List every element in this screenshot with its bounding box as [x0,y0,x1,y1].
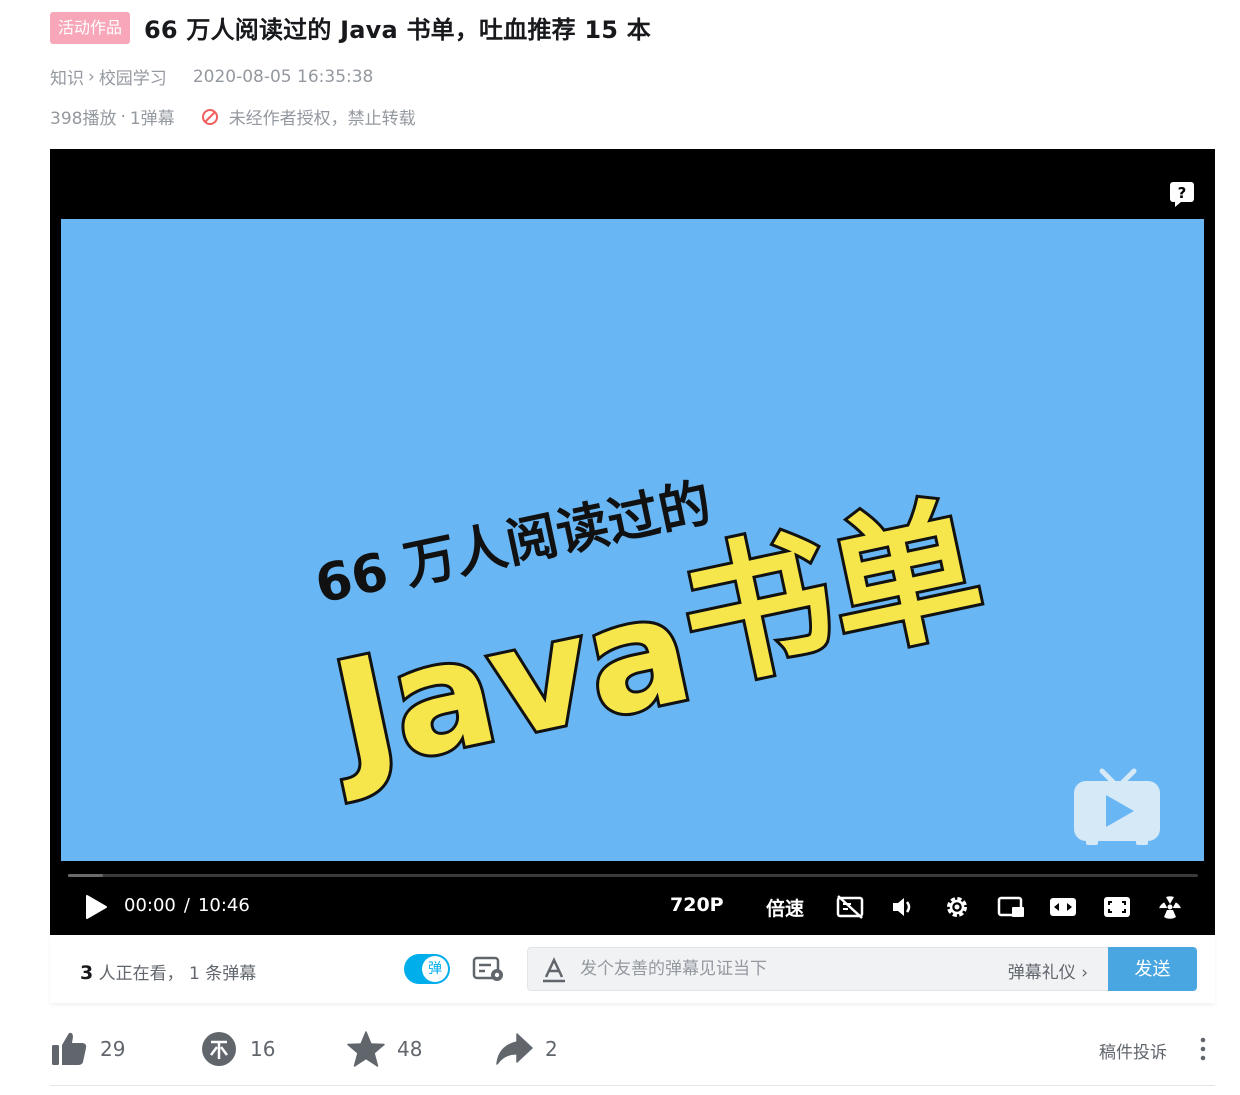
dot-separator: · [120,106,126,127]
danmaku-input[interactable] [580,948,980,990]
danmaku-bar: 3 人正在看， 1 条弹幕 弹 弹幕礼仪 › 发送 [50,935,1215,1003]
cover-artwork: 66 万人阅读过的 Java 书单 [309,473,999,810]
publish-date: 2020-08-05 16:35:38 [192,66,374,87]
duration: 10:46 [197,895,250,916]
danmaku-etiquette-link[interactable]: 弹幕礼仪 › [1008,958,1088,983]
report-link[interactable]: 稿件投诉 [1099,1038,1167,1063]
volume-icon[interactable] [888,893,918,921]
speed-button[interactable]: 倍速 [766,894,804,921]
viewer-info: 3 人正在看， 1 条弹幕 [80,959,256,984]
coin-button[interactable]: 16 [200,1026,275,1072]
breadcrumb-subcategory[interactable]: 校园学习 [99,64,167,89]
play-count: 398播放 [50,109,117,129]
danmaku-toggle[interactable]: 弹 [404,954,450,984]
progress-buffered [68,874,103,877]
widescreen-icon[interactable] [1048,893,1078,921]
time-display: 00:00/10:46 [124,895,250,916]
like-button[interactable]: 29 [50,1026,125,1072]
title-row: 活动作品 66 万人阅读过的 Java 书单，吐血推荐 15 本 [50,10,651,45]
viewer-count: 3 [80,962,94,984]
video-cover[interactable]: 66 万人阅读过的 Java 书单 [61,219,1204,861]
favorite-count: 48 [397,1037,423,1061]
copyright-notice: 未经作者授权，禁止转载 [228,109,416,129]
breadcrumb: 知识 › 校园学习 2020-08-05 16:35:38 [50,64,374,90]
star-icon [347,1031,385,1067]
thumbs-up-icon [52,1032,87,1065]
activity-badge[interactable]: 活动作品 [50,11,131,44]
danmaku-count: 1弹幕 [129,109,175,129]
svg-text:?: ? [1178,184,1187,202]
share-button[interactable]: 2 [495,1026,558,1072]
danmaku-total: 1 条弹幕 [189,964,257,984]
settings-gear-icon[interactable] [942,893,972,921]
viewer-text: 人正在看， [98,964,184,984]
favorite-button[interactable]: 48 [347,1026,422,1072]
action-bar: 29 16 48 2 稿件投诉 [50,1026,1215,1072]
coin-count: 16 [250,1037,276,1061]
share-arrow-icon [496,1033,533,1065]
danmaku-toggle-label: 弹 [422,956,448,982]
danmaku-input-wrap: 弹幕礼仪 › [527,947,1109,991]
font-style-icon[interactable] [542,957,566,983]
picture-in-picture-icon[interactable] [996,893,1026,921]
bilibili-tv-logo [1074,768,1160,845]
divider [50,1085,1215,1086]
chevron-right-icon: › [88,66,95,87]
no-repost-icon [201,108,218,125]
danmaku-off-icon[interactable] [835,893,865,921]
send-button[interactable]: 发送 [1108,947,1197,991]
video-player[interactable]: ? 66 万人阅读过的 Java 书单 00:00/10:46 720P 倍速 [50,149,1215,935]
like-count: 29 [100,1037,126,1061]
coin-icon [202,1032,236,1066]
more-vertical-icon[interactable] [1199,1036,1207,1062]
share-count: 2 [545,1037,558,1061]
breadcrumb-category[interactable]: 知识 [50,64,84,89]
progress-bar[interactable] [68,874,1198,877]
help-icon[interactable]: ? [1169,181,1195,207]
video-title: 66 万人阅读过的 Java 书单，吐血推荐 15 本 [144,16,651,44]
cover-line2-booklist: 书单 [667,479,997,712]
danmaku-settings-icon[interactable] [472,955,506,983]
stats-row: 398播放 · 1弹幕 未经作者授权，禁止转载 [50,104,416,130]
quality-button[interactable]: 720P [670,894,724,916]
fullscreen-web-icon[interactable] [1102,893,1132,921]
fullscreen-icon[interactable] [1155,893,1185,921]
current-time: 00:00 [124,895,176,916]
play-icon[interactable] [84,893,108,921]
player-controls: 00:00/10:46 720P 倍速 [50,887,1215,927]
